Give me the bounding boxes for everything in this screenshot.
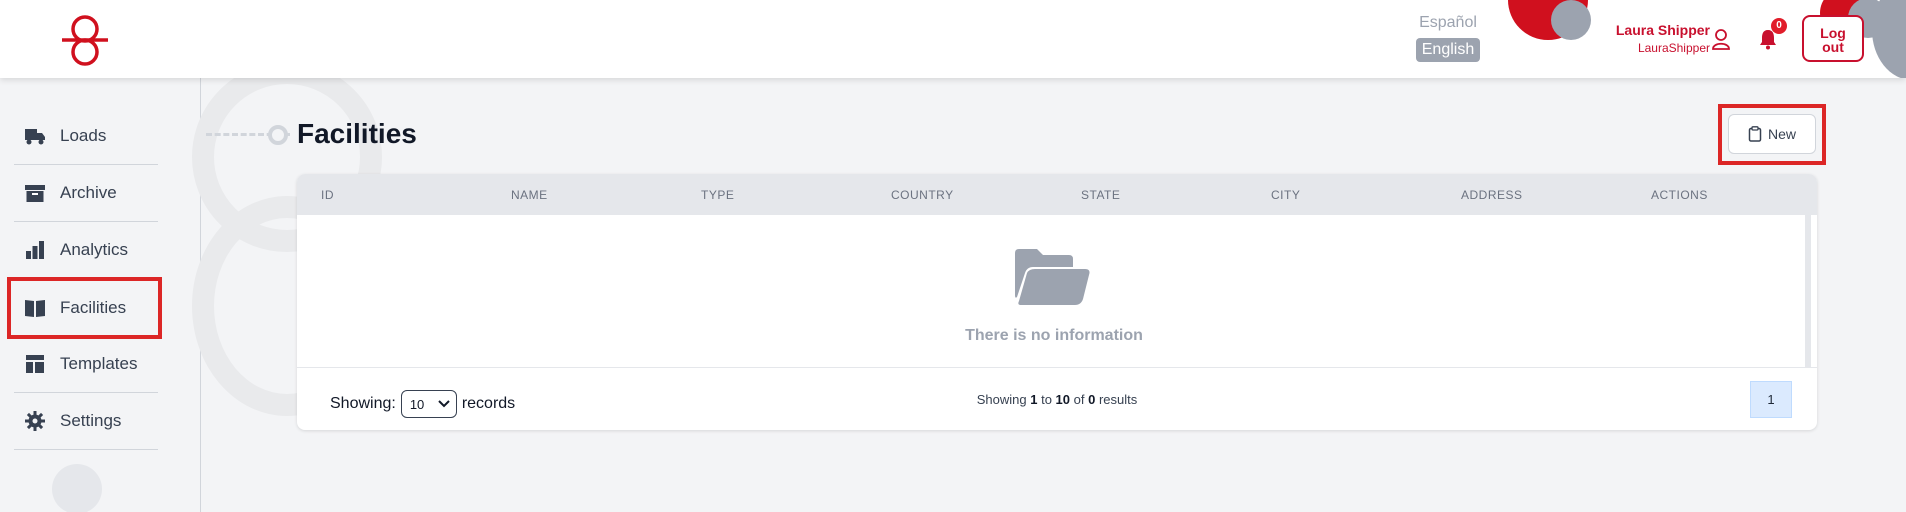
top-bar: Español English Laura Shipper LauraShipp…	[0, 0, 1906, 78]
results-summary: Showing 1 to 10 of 0 results	[297, 392, 1817, 407]
sidebar-item-analytics[interactable]: Analytics	[14, 222, 158, 279]
language-switcher: Español English	[1414, 14, 1482, 62]
column-header-actions: ACTIONS	[1651, 188, 1708, 202]
column-header-id[interactable]: ID	[321, 188, 334, 202]
user-icon[interactable]	[1711, 28, 1731, 50]
results-of-word: of	[1073, 392, 1085, 407]
sidebar-item-label: Analytics	[60, 240, 129, 259]
results-suffix: results	[1098, 392, 1138, 407]
empty-state: There is no information	[297, 215, 1811, 367]
language-option-es[interactable]: Español	[1414, 14, 1482, 32]
results-total: 0	[1088, 392, 1096, 407]
pagination-page-1[interactable]: 1	[1750, 381, 1792, 418]
gear-icon	[25, 411, 45, 431]
sidebar-item-label: Settings	[60, 411, 122, 430]
sidebar: Loads Archive Analytics Facilities Templ…	[0, 78, 201, 512]
column-header-country[interactable]: COUNTRY	[891, 188, 954, 202]
results-to-word: to	[1041, 392, 1052, 407]
column-header-city[interactable]: CITY	[1271, 188, 1300, 202]
column-header-type[interactable]: TYPE	[701, 188, 734, 202]
sidebar-item-label: Archive	[60, 183, 117, 202]
title-timeline-dot	[268, 125, 288, 145]
sidebar-item-facilities[interactable]: Facilities	[7, 277, 162, 339]
user-handle: LauraShipper	[1637, 41, 1710, 55]
brand-logo[interactable]	[60, 14, 110, 66]
clipboard-icon	[1748, 126, 1762, 142]
sidebar-item-settings[interactable]: Settings	[14, 393, 158, 450]
user-name: Laura Shipper	[1615, 22, 1710, 38]
page-title: Facilities	[297, 118, 417, 149]
sidebar-item-templates[interactable]: Templates	[14, 336, 158, 393]
decorative-circle	[1551, 0, 1591, 40]
empty-message: There is no information	[965, 327, 1143, 344]
decorative-circle	[52, 464, 102, 512]
folder-icon	[1015, 249, 1090, 305]
new-button-label: New	[1767, 126, 1796, 142]
book-open-icon	[25, 300, 45, 317]
logout-button[interactable]: Log out	[1802, 15, 1864, 62]
column-header-name[interactable]: NAME	[511, 188, 548, 202]
column-header-state[interactable]: STATE	[1081, 188, 1120, 202]
truck-icon	[25, 129, 45, 145]
results-prefix: Showing	[976, 392, 1027, 407]
user-info[interactable]: Laura Shipper LauraShipper	[1600, 22, 1710, 55]
sidebar-item-loads[interactable]: Loads	[14, 108, 158, 165]
sidebar-item-label: Templates	[60, 354, 138, 373]
sidebar-item-label: Facilities	[60, 298, 127, 317]
new-facility-button[interactable]: New	[1728, 114, 1816, 154]
table-footer: Showing: 10 records Showing 1 to 10 of 0…	[297, 367, 1817, 430]
new-button-highlight: New	[1718, 104, 1826, 165]
sidebar-item-archive[interactable]: Archive	[14, 165, 158, 222]
archive-icon	[25, 185, 45, 202]
layout-icon	[26, 355, 44, 373]
table-header: ID NAME TYPE COUNTRY STATE CITY ADDRESS …	[297, 174, 1817, 215]
results-from: 1	[1030, 392, 1038, 407]
sidebar-item-label: Loads	[60, 126, 107, 145]
results-to: 10	[1055, 392, 1071, 407]
language-option-en[interactable]: English	[1415, 38, 1481, 62]
bar-chart-icon	[26, 241, 44, 259]
notification-badge: 0	[1771, 18, 1787, 34]
facilities-table: ID NAME TYPE COUNTRY STATE CITY ADDRESS …	[297, 174, 1817, 430]
column-header-address[interactable]: ADDRESS	[1461, 188, 1523, 202]
